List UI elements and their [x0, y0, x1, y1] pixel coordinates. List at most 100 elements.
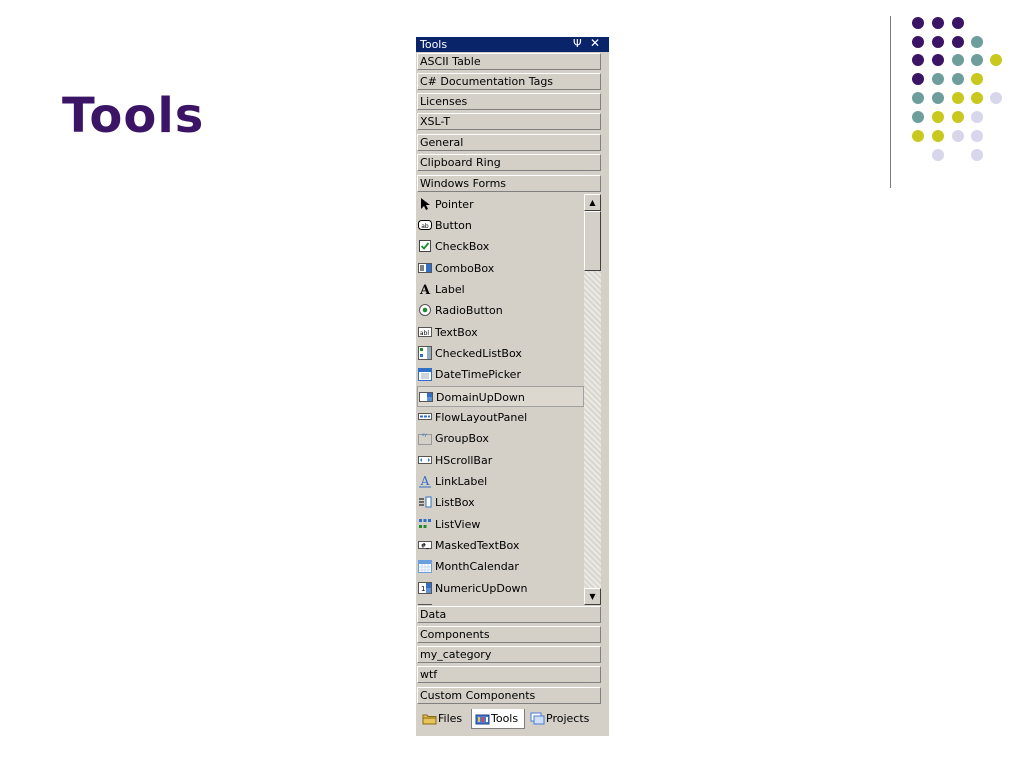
textbox-icon: abl — [418, 327, 432, 337]
deco-dot — [952, 92, 964, 104]
list-item-label: Button — [435, 219, 472, 232]
flowlayoutpanel-icon — [418, 413, 432, 420]
svg-text:xy: xy — [422, 432, 427, 437]
deco-dot — [912, 54, 924, 66]
deco-dot — [932, 92, 944, 104]
list-item[interactable]: CheckBox — [417, 236, 584, 257]
toolbox-vertical-scrollbar[interactable]: ▲ ▼ — [584, 194, 601, 605]
tab-components[interactable]: Components — [417, 626, 601, 643]
list-item[interactable]: Pointer — [417, 194, 584, 215]
list-item-label: TextBox — [435, 326, 478, 339]
list-item-label: DomainUpDown — [436, 391, 525, 404]
deco-dot — [932, 54, 944, 66]
tab-label: wtf — [420, 668, 438, 681]
tab-data[interactable]: Data — [417, 606, 601, 623]
list-item[interactable]: xy GroupBox — [417, 428, 584, 449]
list-item-label: MaskedTextBox — [435, 539, 520, 552]
list-item-label: ListView — [435, 518, 481, 531]
toolbox-titlebar[interactable]: Tools Ψ ✕ — [416, 36, 609, 52]
tab-label: Windows Forms — [420, 177, 507, 190]
list-item[interactable]: DateTimePicker — [417, 364, 584, 385]
deco-dot — [932, 111, 944, 123]
tab-general[interactable]: General — [417, 134, 601, 151]
tab-label: XSL-T — [420, 115, 451, 128]
list-item[interactable]: FlowLayoutPanel — [417, 407, 584, 428]
checkbox-icon — [419, 240, 431, 252]
monthcalendar-icon — [418, 560, 432, 573]
tab-csharp-doc-tags[interactable]: C# Documentation Tags — [417, 73, 601, 90]
maskedtextbox-icon: #_ — [418, 541, 432, 550]
svg-text:#_: #_ — [421, 543, 429, 550]
toolbox-panel: Tools Ψ ✕ ASCII Table C# Documentation T… — [416, 36, 609, 736]
domainupdown-icon — [419, 392, 433, 402]
tab-label: Components — [420, 628, 490, 641]
list-item[interactable]: RadioButton — [417, 300, 584, 321]
deco-dot — [990, 54, 1002, 66]
list-item-label: LinkLabel — [435, 475, 488, 488]
tab-custom-components[interactable]: Custom Components — [417, 687, 601, 704]
hscrollbar-icon — [418, 456, 432, 464]
list-item[interactable]: MonthCalendar — [417, 556, 584, 577]
footer-tab-bar: Files Tools Projects — [416, 707, 609, 736]
linklabel-icon: A — [419, 474, 431, 488]
deco-dot — [912, 36, 924, 48]
button-icon: ab — [418, 220, 432, 230]
list-item[interactable]: A LinkLabel — [417, 471, 584, 492]
list-item-selected[interactable]: DomainUpDown — [417, 386, 584, 407]
deco-dot — [912, 130, 924, 142]
list-item-label: ListBox — [435, 496, 475, 509]
tab-xsl-t[interactable]: XSL-T — [417, 113, 601, 130]
list-item-partial[interactable] — [417, 599, 584, 605]
divider-line — [890, 16, 891, 188]
toolbox-icon — [475, 714, 490, 725]
pin-icon[interactable]: Ψ — [573, 37, 582, 50]
deco-dot — [932, 149, 944, 161]
list-item-label: Label — [435, 283, 465, 296]
tab-label: Custom Components — [420, 689, 536, 702]
list-item[interactable]: abl TextBox — [417, 322, 584, 343]
tab-my-category[interactable]: my_category — [417, 646, 601, 663]
list-item-label: CheckedListBox — [435, 347, 522, 360]
deco-dot — [952, 17, 964, 29]
list-item-label: FlowLayoutPanel — [435, 411, 528, 424]
numericupdown-icon: 1 — [418, 582, 432, 594]
deco-dot — [912, 17, 924, 29]
list-item[interactable]: #_ MaskedTextBox — [417, 535, 584, 556]
list-item[interactable]: ab Button — [417, 215, 584, 236]
list-item[interactable]: CheckedListBox — [417, 343, 584, 364]
projects-icon — [530, 712, 545, 725]
deco-dot — [971, 54, 983, 66]
svg-text:A: A — [419, 283, 431, 296]
close-icon[interactable]: ✕ — [590, 36, 600, 50]
deco-dot — [932, 130, 944, 142]
deco-dot — [971, 36, 983, 48]
tab-label: C# Documentation Tags — [420, 75, 554, 88]
tab-ascii-table[interactable]: ASCII Table — [417, 53, 601, 70]
footer-tab-projects[interactable]: Projects — [527, 709, 599, 729]
scrollbar-thumb[interactable] — [584, 211, 601, 271]
deco-dot — [971, 73, 983, 85]
deco-dot — [912, 73, 924, 85]
deco-dot — [952, 130, 964, 142]
deco-dot — [952, 111, 964, 123]
tab-windows-forms[interactable]: Windows Forms — [417, 175, 601, 192]
scroll-up-arrow-icon[interactable]: ▲ — [584, 194, 601, 211]
list-item[interactable]: HScrollBar — [417, 450, 584, 471]
tab-licenses[interactable]: Licenses — [417, 93, 601, 110]
tab-clipboard-ring[interactable]: Clipboard Ring — [417, 154, 601, 171]
footer-tab-files[interactable]: Files — [419, 709, 469, 729]
list-item-label: NumericUpDown — [435, 582, 528, 595]
deco-dot — [971, 111, 983, 123]
list-item[interactable]: A Label — [417, 279, 584, 300]
scroll-down-arrow-icon[interactable]: ▼ — [584, 588, 601, 605]
list-item[interactable]: ComboBox — [417, 258, 584, 279]
list-item[interactable]: 1 NumericUpDown — [417, 578, 584, 599]
deco-dot — [971, 130, 983, 142]
toolbox-title: Tools — [420, 38, 448, 51]
tab-label: my_category — [420, 648, 492, 661]
list-item[interactable]: ListView — [417, 514, 584, 535]
footer-tab-tools[interactable]: Tools — [471, 709, 525, 729]
tab-wtf[interactable]: wtf — [417, 666, 601, 683]
list-item[interactable]: ListBox — [417, 492, 584, 513]
list-item-label: CheckBox — [435, 240, 490, 253]
